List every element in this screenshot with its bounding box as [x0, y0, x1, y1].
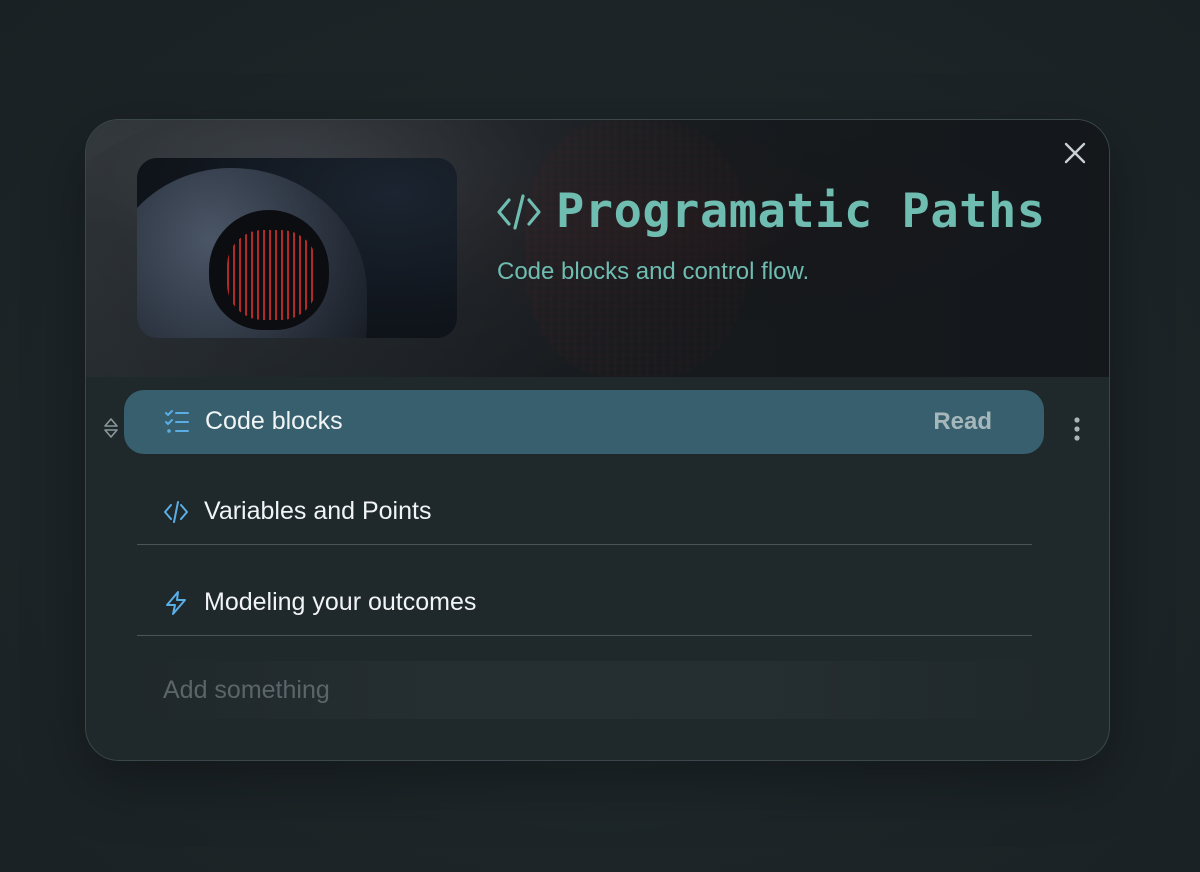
list-item-label: Variables and Points	[204, 497, 432, 525]
hero-banner: Programatic Paths Code blocks and contro…	[86, 120, 1109, 377]
divider	[137, 635, 1032, 636]
list-item-variables-and-points[interactable]: Variables and Points	[136, 480, 1032, 544]
more-options-icon[interactable]	[1067, 415, 1087, 443]
list-item-code-blocks[interactable]: Code blocks Read	[124, 390, 1044, 454]
lightning-icon	[166, 591, 186, 615]
thumbnail-face	[209, 210, 329, 330]
add-item-input[interactable]	[137, 661, 1057, 719]
reorder-handle-icon[interactable]	[102, 417, 120, 439]
divider	[137, 544, 1032, 545]
page-title: Programatic Paths	[556, 184, 1046, 239]
title-row: Programatic Paths	[496, 184, 1046, 239]
close-button[interactable]	[1060, 138, 1090, 168]
list-item-label: Code blocks	[205, 407, 343, 435]
close-icon	[1064, 142, 1086, 164]
thumbnail-image	[137, 158, 457, 338]
checklist-icon	[165, 410, 189, 433]
read-button[interactable]: Read	[933, 408, 992, 436]
list-item-modeling-your-outcomes[interactable]: Modeling your outcomes	[136, 571, 1032, 635]
module-card: Programatic Paths Code blocks and contro…	[85, 119, 1110, 761]
list-item-label: Modeling your outcomes	[204, 588, 477, 616]
code-icon	[164, 501, 188, 523]
page-subtitle: Code blocks and control flow.	[497, 258, 810, 285]
code-icon	[497, 193, 541, 230]
